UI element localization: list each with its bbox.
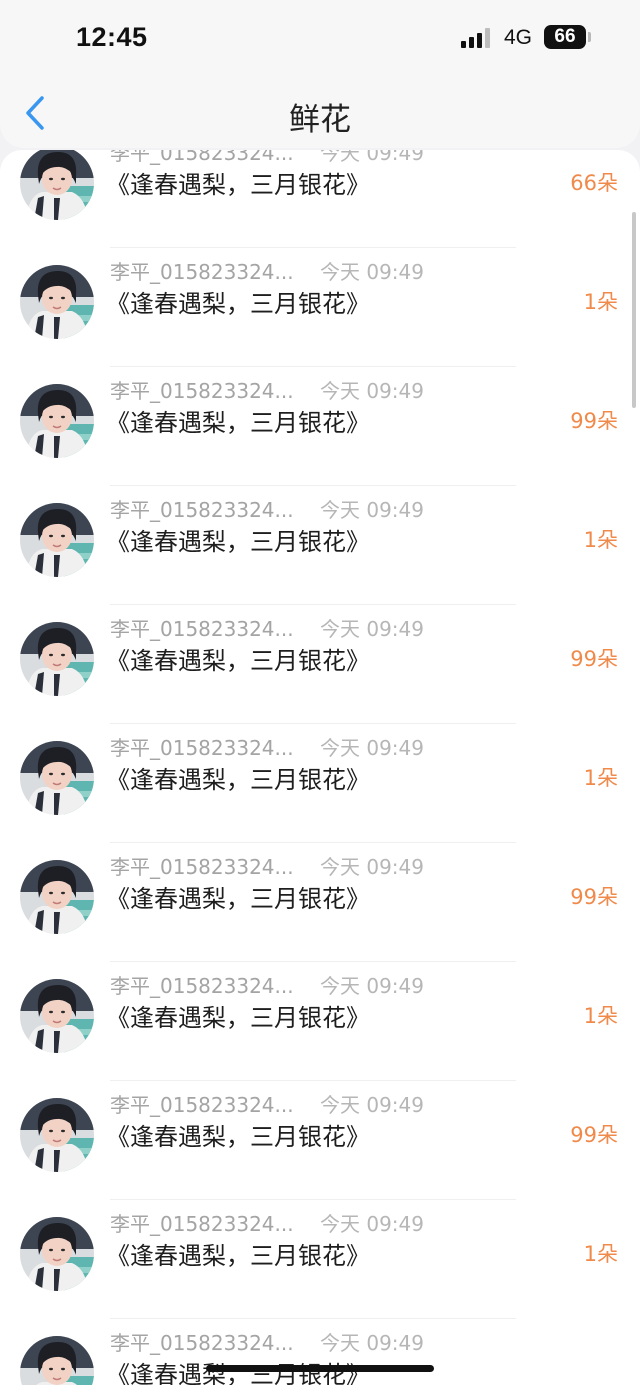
avatar[interactable] bbox=[20, 979, 94, 1053]
avatar-image bbox=[20, 1336, 94, 1385]
sender-name: 李平_015823324... bbox=[110, 974, 294, 998]
list-item[interactable]: 李平_015823324... 今天 09:49 《逢春遇梨，三月银花》 99朵 bbox=[0, 843, 640, 962]
avatar-image bbox=[20, 979, 94, 1053]
avatar-image bbox=[20, 265, 94, 339]
sender-name: 李平_015823324... bbox=[110, 736, 294, 760]
battery-tip bbox=[588, 32, 591, 42]
sender-name: 李平_015823324... bbox=[110, 1331, 294, 1355]
sender-name: 李平_015823324... bbox=[110, 1093, 294, 1117]
flower-count: 99朵 bbox=[570, 409, 618, 433]
gift-list[interactable]: 李平_015823324... 今天 09:49 《逢春遇梨，三月银花》 66朵 bbox=[0, 150, 640, 1385]
timestamp: 今天 09:49 bbox=[320, 498, 424, 522]
avatar-image bbox=[20, 622, 94, 696]
page-title: 鲜花 bbox=[289, 102, 351, 138]
list-item[interactable]: 李平_015823324... 今天 09:49 《逢春遇梨，三月银花》 1朵 bbox=[0, 724, 640, 843]
avatar-image bbox=[20, 503, 94, 577]
avatar[interactable] bbox=[20, 860, 94, 934]
flower-count: 1朵 bbox=[583, 766, 618, 790]
avatar-image bbox=[20, 741, 94, 815]
song-title: 《逢春遇梨，三月银花》 bbox=[106, 647, 370, 675]
avatar-image bbox=[20, 1098, 94, 1172]
flower-count: 99朵 bbox=[570, 885, 618, 909]
song-title: 《逢春遇梨，三月银花》 bbox=[106, 1242, 370, 1270]
song-title: 《逢春遇梨，三月银花》 bbox=[106, 766, 370, 794]
timestamp: 今天 09:49 bbox=[320, 1093, 424, 1117]
list-item[interactable]: 李平_015823324... 今天 09:49 《逢春遇梨，三月银花》 1朵 bbox=[0, 248, 640, 367]
scrollbar[interactable] bbox=[632, 212, 636, 408]
flower-count: 1朵 bbox=[583, 1242, 618, 1266]
signal-icon bbox=[461, 28, 490, 48]
timestamp: 今天 09:49 bbox=[320, 974, 424, 998]
timestamp: 今天 09:49 bbox=[320, 150, 424, 165]
list-item[interactable]: 李平_015823324... 今天 09:49 《逢春遇梨，三月银花》 99朵 bbox=[0, 367, 640, 486]
list-item[interactable]: 李平_015823324... 今天 09:49 《逢春遇梨，三月银花》 1朵 bbox=[0, 486, 640, 605]
flower-count: 99朵 bbox=[570, 1123, 618, 1147]
list-item[interactable]: 李平_015823324... 今天 09:49 《逢春遇梨，三月银花》 99朵 bbox=[0, 1081, 640, 1200]
avatar-image bbox=[20, 150, 94, 220]
avatar[interactable] bbox=[20, 503, 94, 577]
battery-icon: 66 bbox=[544, 25, 586, 49]
song-title: 《逢春遇梨，三月银花》 bbox=[106, 885, 370, 913]
timestamp: 今天 09:49 bbox=[320, 1212, 424, 1236]
list-item[interactable]: 李平_015823324... 今天 09:49 《逢春遇梨，三月银花》 1朵 bbox=[0, 1200, 640, 1319]
timestamp: 今天 09:49 bbox=[320, 736, 424, 760]
timestamp: 今天 09:49 bbox=[320, 855, 424, 879]
flower-count: 1朵 bbox=[583, 528, 618, 552]
status-bar: 12:45 4G 66 bbox=[0, 0, 640, 78]
flower-count: 1朵 bbox=[583, 1004, 618, 1028]
flower-count: 99朵 bbox=[570, 647, 618, 671]
avatar-image bbox=[20, 1217, 94, 1291]
song-title: 《逢春遇梨，三月银花》 bbox=[106, 171, 370, 199]
list-item[interactable]: 李平_015823324... 今天 09:49 《逢春遇梨，三月银花》 99朵 bbox=[0, 605, 640, 724]
avatar[interactable] bbox=[20, 1336, 94, 1385]
timestamp: 今天 09:49 bbox=[320, 379, 424, 403]
flower-count: 66朵 bbox=[570, 171, 618, 195]
sender-name: 李平_015823324... bbox=[110, 379, 294, 403]
avatar[interactable] bbox=[20, 741, 94, 815]
sender-name: 李平_015823324... bbox=[110, 150, 294, 165]
song-title: 《逢春遇梨，三月银花》 bbox=[106, 1004, 370, 1032]
avatar-image bbox=[20, 384, 94, 458]
avatar[interactable] bbox=[20, 150, 94, 220]
avatar[interactable] bbox=[20, 1217, 94, 1291]
avatar[interactable] bbox=[20, 384, 94, 458]
nav-bar: 鲜花 bbox=[0, 78, 640, 148]
avatar[interactable] bbox=[20, 265, 94, 339]
list-item[interactable]: 李平_015823324... 今天 09:49 《逢春遇梨，三月银花》 66朵 bbox=[0, 150, 640, 248]
home-indicator bbox=[206, 1365, 434, 1372]
sender-name: 李平_015823324... bbox=[110, 260, 294, 284]
flower-count: 1朵 bbox=[583, 290, 618, 314]
list-item[interactable]: 李平_015823324... 今天 09:49 《逢春遇梨，三月银花》 bbox=[0, 1319, 640, 1385]
status-time: 12:45 bbox=[76, 22, 148, 52]
avatar[interactable] bbox=[20, 1098, 94, 1172]
song-title: 《逢春遇梨，三月银花》 bbox=[106, 1123, 370, 1151]
network-label: 4G bbox=[504, 26, 533, 49]
timestamp: 今天 09:49 bbox=[320, 1331, 424, 1355]
song-title: 《逢春遇梨，三月银花》 bbox=[106, 409, 370, 437]
timestamp: 今天 09:49 bbox=[320, 617, 424, 641]
sender-name: 李平_015823324... bbox=[110, 1212, 294, 1236]
sender-name: 李平_015823324... bbox=[110, 855, 294, 879]
timestamp: 今天 09:49 bbox=[320, 260, 424, 284]
list-item[interactable]: 李平_015823324... 今天 09:49 《逢春遇梨，三月银花》 1朵 bbox=[0, 962, 640, 1081]
avatar[interactable] bbox=[20, 622, 94, 696]
sender-name: 李平_015823324... bbox=[110, 498, 294, 522]
sender-name: 李平_015823324... bbox=[110, 617, 294, 641]
avatar-image bbox=[20, 860, 94, 934]
song-title: 《逢春遇梨，三月银花》 bbox=[106, 290, 370, 318]
song-title: 《逢春遇梨，三月银花》 bbox=[106, 528, 370, 556]
